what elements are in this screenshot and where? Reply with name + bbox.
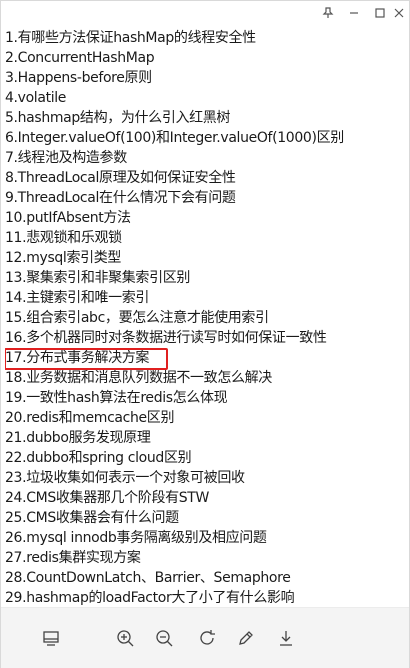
list-item: 17.分布式事务解决方案 <box>5 348 401 370</box>
list-item: 4.volatile <box>5 90 67 106</box>
bottom-toolbar <box>1 607 409 668</box>
list-item: 11.悲观锁和乐观锁 <box>5 230 122 246</box>
list-item: 1.有哪些方法保证hashMap的线程安全性 <box>5 30 256 46</box>
list-item: 18.业务数据和消息队列数据不一致怎么解决 <box>5 370 272 386</box>
list-item: 10.putIfAbsent方法 <box>5 210 131 226</box>
list-item: 3.Happens-before原则 <box>5 70 152 86</box>
highlight-box <box>5 348 168 370</box>
list-item: 27.redis集群实现方案 <box>5 550 141 566</box>
zoom-out-icon[interactable] <box>152 626 176 650</box>
title-bar <box>1 1 409 25</box>
list-item: 28.CountDownLatch、Barrier、Semaphore <box>5 570 291 586</box>
list-item: 5.hashmap结构，为什么引入红黑树 <box>5 110 231 126</box>
pin-icon[interactable] <box>315 1 341 25</box>
list-item: 29.hashmap的loadFactor大了小了有什么影响 <box>5 590 295 606</box>
close-icon[interactable] <box>386 1 410 25</box>
download-icon[interactable] <box>274 626 298 650</box>
edit-icon[interactable] <box>234 626 258 650</box>
list-item: 22.dubbo和spring cloud区别 <box>5 450 192 466</box>
list-item: 13.聚集索引和非聚集索引区别 <box>5 270 191 286</box>
fit-page-icon[interactable] <box>39 626 63 650</box>
document-content: 1.有哪些方法保证hashMap的线程安全性 2.ConcurrentHashMa… <box>5 28 401 606</box>
list-item: 16.多个机器同时对条数据进行读写时如何保证一致性 <box>5 330 327 346</box>
zoom-in-icon[interactable] <box>113 626 137 650</box>
list-item: 21.dubbo服务发现原理 <box>5 430 151 446</box>
rotate-icon[interactable] <box>195 626 219 650</box>
list-item: 8.ThreadLocal原理及如何保证安全性 <box>5 170 236 186</box>
list-item: 15.组合索引abc，要怎么注意才能使用索引 <box>5 310 269 326</box>
list-item: 24.CMS收集器那几个阶段有STW <box>5 490 209 506</box>
list-item: 20.redis和memcache区别 <box>5 410 175 426</box>
minimize-icon[interactable] <box>341 1 367 25</box>
viewer-window: 1.有哪些方法保证hashMap的线程安全性 2.ConcurrentHashMa… <box>0 0 410 668</box>
list-item: 26.mysql innodb事务隔离级别及相应问题 <box>5 530 267 546</box>
list-item: 7.线程池及构造参数 <box>5 150 127 166</box>
list-item: 14.主键索引和唯一索引 <box>5 290 150 306</box>
list-item: 23.垃圾收集如何表示一个对象可被回收 <box>5 470 245 486</box>
list-item: 9.ThreadLocal在什么情况下会有问题 <box>5 190 236 206</box>
list-item: 19.一致性hash算法在redis怎么体现 <box>5 390 228 406</box>
list-item: 2.ConcurrentHashMap <box>5 50 155 66</box>
list-item: 25.CMS收集器会有什么问题 <box>5 510 179 526</box>
list-item: 6.Integer.valueOf(100)和Integer.valueOf(1… <box>5 130 344 146</box>
list-item: 12.mysql索引类型 <box>5 250 122 266</box>
